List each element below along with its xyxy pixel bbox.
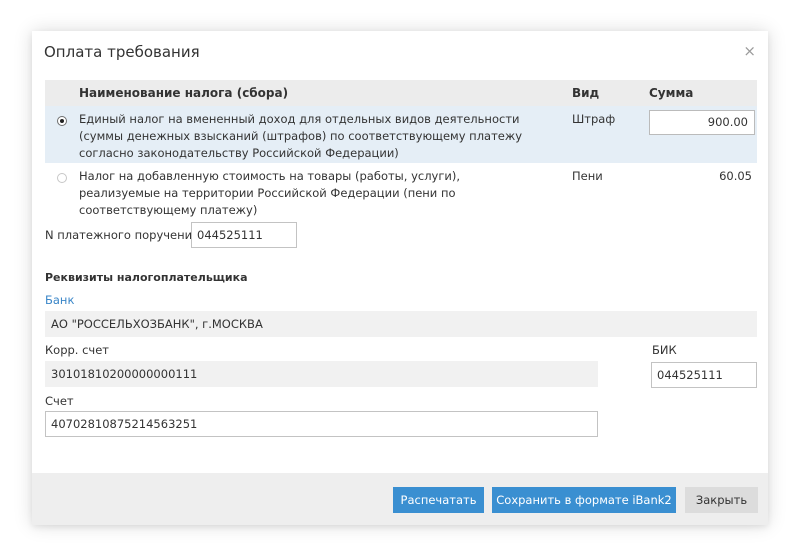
close-icon[interactable]: × xyxy=(743,43,756,59)
column-header-name: Наименование налога (сбора) xyxy=(79,86,289,100)
row-radio-selected[interactable] xyxy=(57,116,67,126)
tax-kind: Штраф xyxy=(572,112,616,126)
print-button[interactable]: Распечатать xyxy=(393,487,484,513)
tax-name: Налог на добавленную стоимость на товары… xyxy=(79,169,461,217)
save-ibank2-button[interactable]: Сохранить в формате iBank2 xyxy=(492,487,676,513)
tax-name: Единый налог на вмененный доход для отде… xyxy=(79,112,523,160)
close-button[interactable]: Закрыть xyxy=(685,487,758,513)
corr-account-label: Корр. счет xyxy=(45,343,110,357)
table-header: Наименование налога (сбора) Вид Сумма xyxy=(45,80,757,106)
payment-order-input[interactable]: 044525111 xyxy=(191,222,297,248)
bik-label: БИК xyxy=(652,343,677,357)
payment-order-label: N платежного поручения xyxy=(45,228,200,242)
dialog-footer: Распечатать Сохранить в формате iBank2 З… xyxy=(32,473,768,525)
account-label: Счет xyxy=(45,394,74,408)
account-input[interactable]: 40702810875214563251 xyxy=(45,411,598,437)
dialog-title: Оплата требования xyxy=(44,43,200,61)
corr-account-field: 30101810200000000111 xyxy=(45,361,598,387)
table-row[interactable]: Единый налог на вмененный доход для отде… xyxy=(45,106,757,163)
table-row[interactable]: Налог на добавленную стоимость на товары… xyxy=(45,165,757,217)
sum-input[interactable]: 900.00 xyxy=(649,110,755,135)
bik-input[interactable]: 044525111 xyxy=(651,362,757,388)
payment-dialog: Оплата требования × Наименование налога … xyxy=(32,31,768,525)
tax-kind: Пени xyxy=(572,169,603,183)
row-radio[interactable] xyxy=(57,173,67,183)
bank-field: АО "РОССЕЛЬХОЗБАНК", г.МОСКВА xyxy=(45,311,757,337)
column-header-kind: Вид xyxy=(572,86,600,100)
bank-link[interactable]: Банк xyxy=(45,293,74,307)
column-header-sum: Сумма xyxy=(649,86,694,100)
sum-value: 60.05 xyxy=(719,169,752,183)
taxpayer-section-title: Реквизиты налогоплательщика xyxy=(45,271,248,284)
